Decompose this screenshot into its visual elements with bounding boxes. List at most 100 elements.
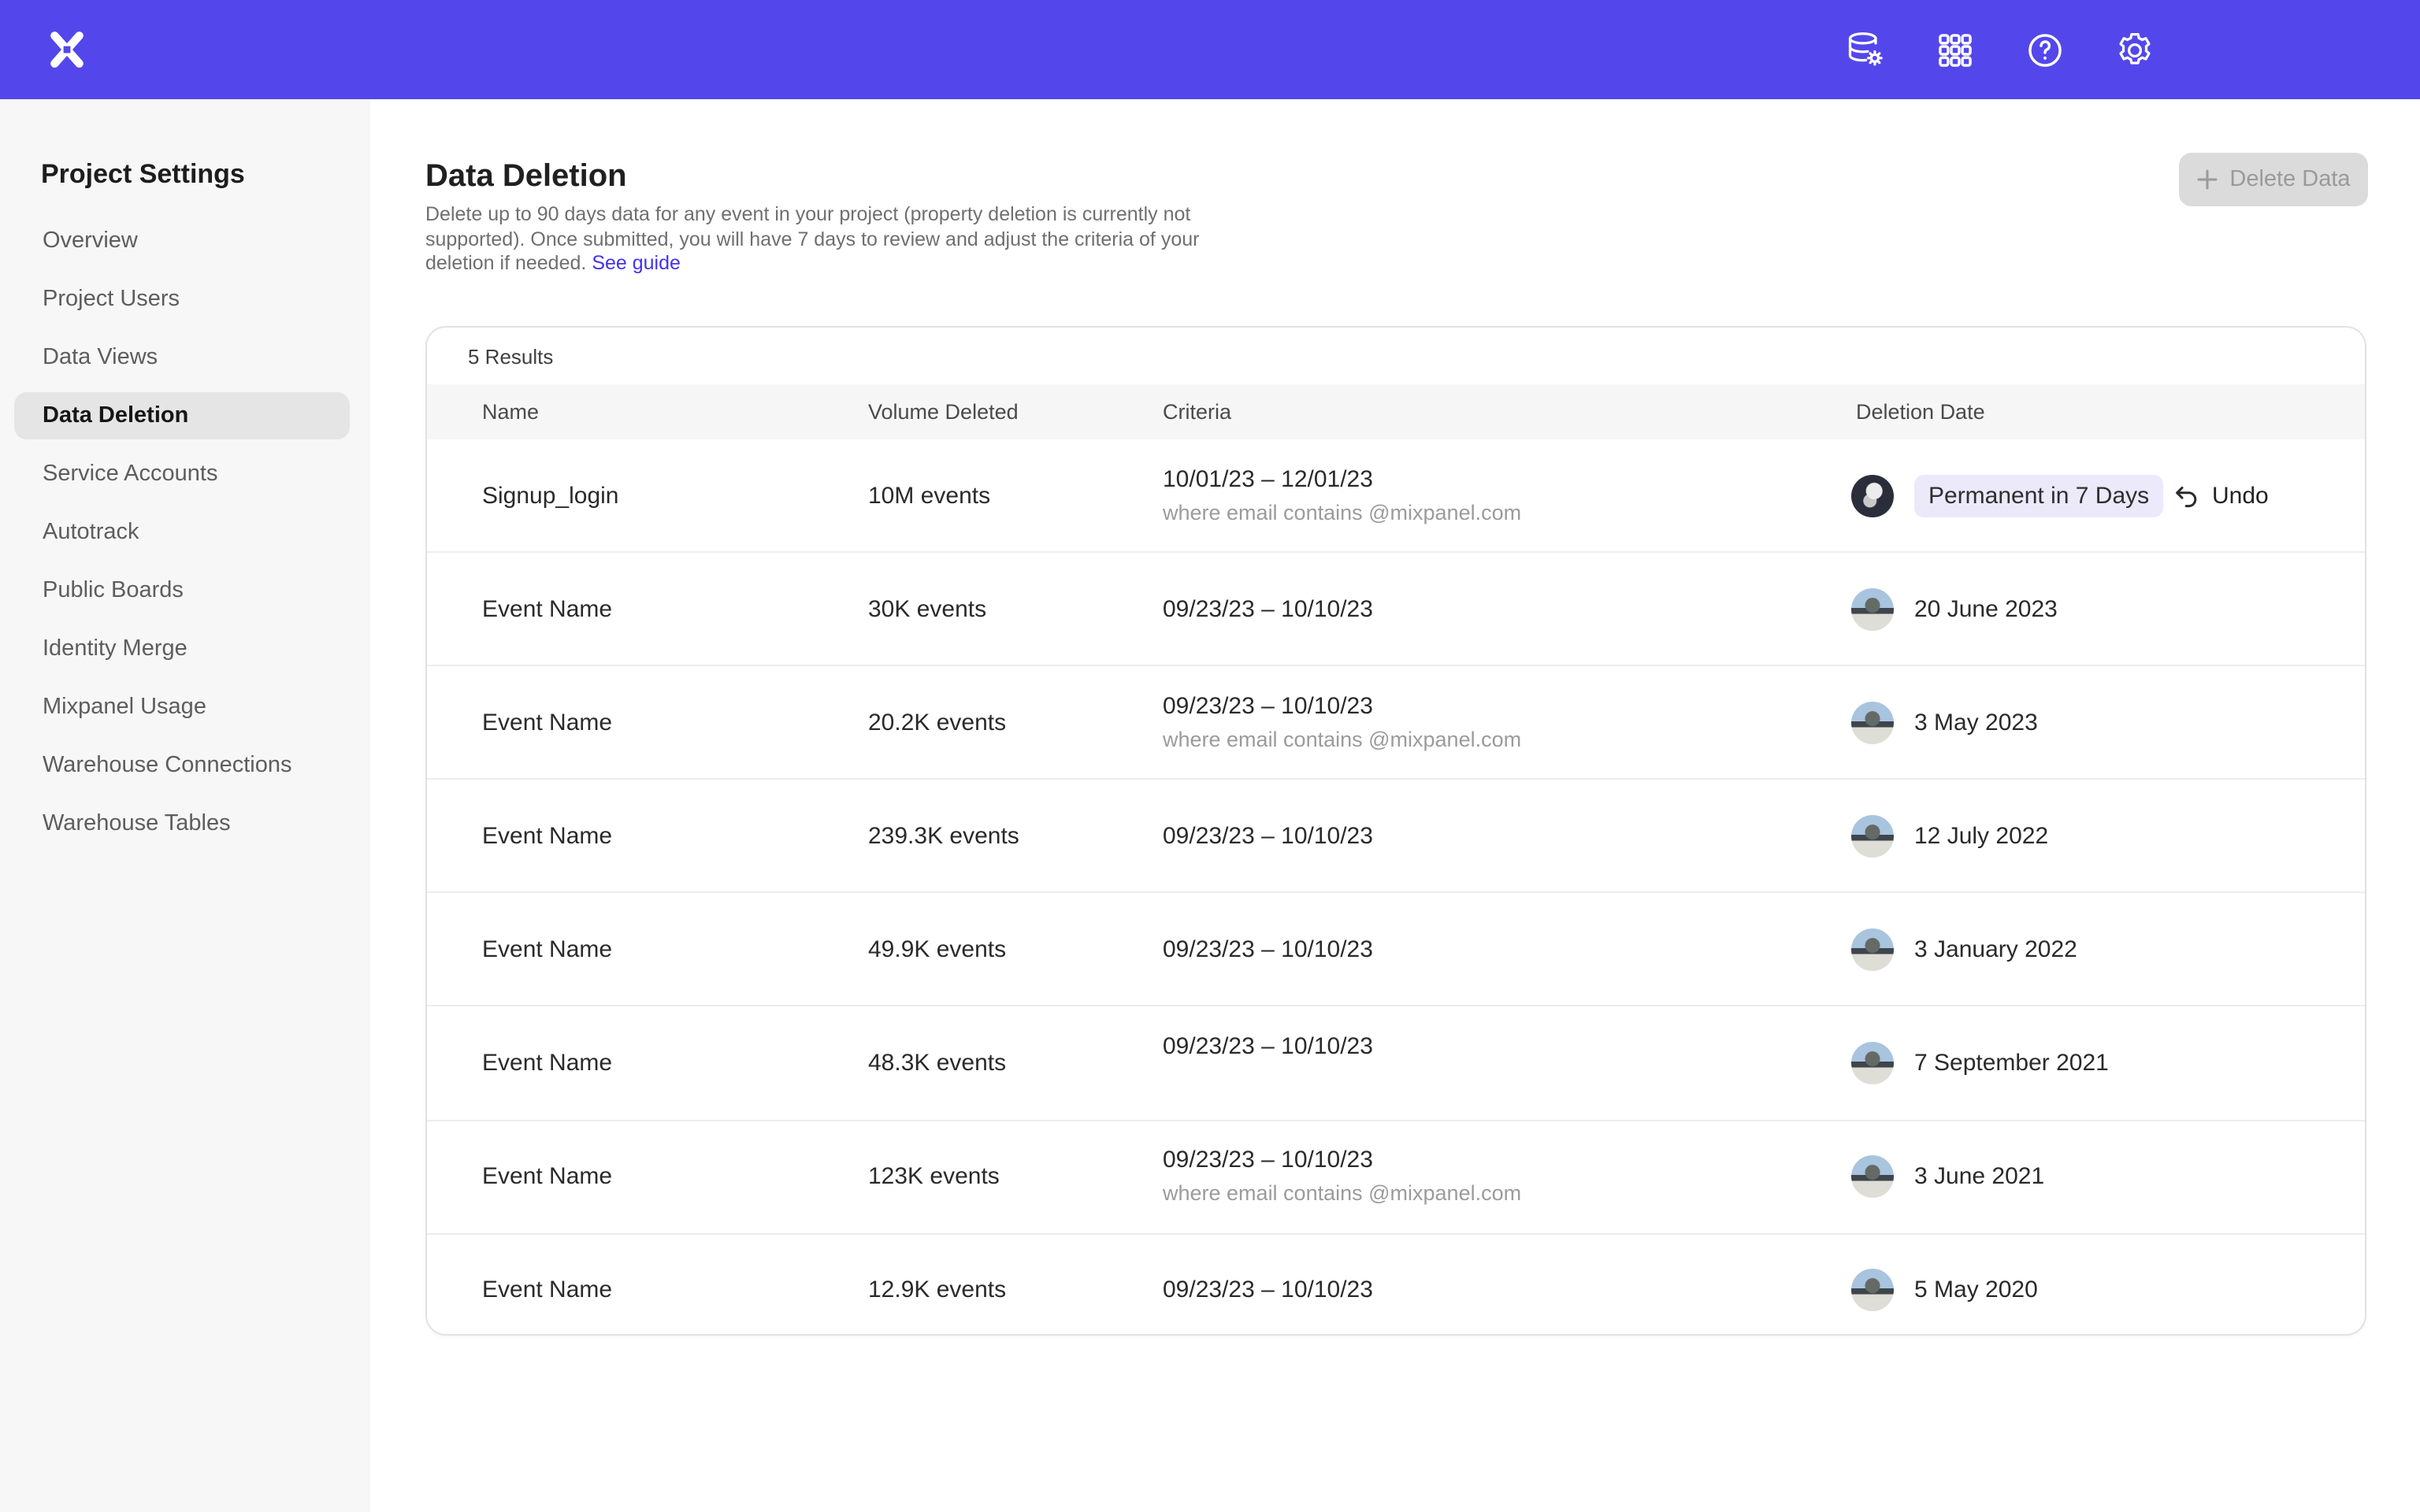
sidebar-item-autotrack[interactable]: Autotrack bbox=[14, 509, 350, 556]
column-header-name: Name bbox=[482, 384, 539, 439]
page-description-text: Delete up to 90 days data for any event … bbox=[425, 203, 1199, 274]
criteria-cell: 09/23/23 – 10/10/23 bbox=[1163, 936, 1373, 963]
deletion-date-text: 3 May 2023 bbox=[1914, 709, 2038, 736]
event-name-cell: Event Name bbox=[482, 595, 612, 622]
deletion-date-cell: 3 June 2021 bbox=[1851, 1155, 2044, 1198]
app-root: Project Settings OverviewProject UsersDa… bbox=[0, 0, 2420, 1512]
table-row: Event Name 12.9K events 09/23/23 – 10/10/2… bbox=[427, 1232, 2365, 1336]
deletion-date-cell: 5 May 2020 bbox=[1851, 1269, 2038, 1311]
table-row: Signup_login 10M events 10/01/23 – 12/01/2… bbox=[427, 439, 2365, 551]
table-row: Event Name 48.3K events 09/23/23 – 10/10/2… bbox=[427, 1006, 2365, 1119]
event-name-cell: Event Name bbox=[482, 1277, 612, 1303]
criteria-date-range: 09/23/23 – 10/10/23 bbox=[1163, 1147, 1521, 1173]
delete-data-button-label: Delete Data bbox=[2229, 167, 2350, 192]
table-row: Event Name 20.2K events 09/23/23 – 10/10/2… bbox=[427, 665, 2365, 778]
criteria-detail: where email contains @mixpanel.com bbox=[1163, 500, 1521, 525]
event-name-cell: Event Name bbox=[482, 1163, 612, 1190]
criteria-cell: 10/01/23 – 12/01/23 where email contains … bbox=[1163, 465, 1521, 525]
criteria-date-range: 09/23/23 – 10/10/23 bbox=[1163, 595, 1373, 622]
delete-data-button[interactable]: Delete Data bbox=[2179, 153, 2368, 206]
table-row: Event Name 239.3K events 09/23/23 – 10/10/… bbox=[427, 779, 2365, 892]
event-name-cell: Event Name bbox=[482, 709, 612, 736]
criteria-date-range: 09/23/23 – 10/10/23 bbox=[1163, 1033, 1373, 1060]
settings-gear-icon[interactable] bbox=[2114, 29, 2155, 70]
avatar bbox=[1851, 1042, 1894, 1084]
criteria-detail bbox=[1163, 1068, 1373, 1093]
help-icon[interactable] bbox=[2025, 29, 2066, 70]
avatar bbox=[1851, 928, 1894, 971]
criteria-date-range: 10/01/23 – 12/01/23 bbox=[1163, 465, 1521, 492]
event-name-cell: Event Name bbox=[482, 823, 612, 850]
volume-deleted-cell: 20.2K events bbox=[868, 709, 1006, 736]
avatar bbox=[1851, 1155, 1894, 1198]
criteria-cell: 09/23/23 – 10/10/23 bbox=[1163, 1277, 1373, 1303]
sidebar-item-warehouse-connections[interactable]: Warehouse Connections bbox=[14, 742, 350, 789]
deletion-date-text: 5 May 2020 bbox=[1914, 1277, 2038, 1303]
deletion-date-text: 3 June 2021 bbox=[1914, 1163, 2044, 1190]
table-body: Signup_login 10M events 10/01/23 – 12/01/2… bbox=[427, 439, 2365, 1336]
table-row: Event Name 49.9K events 09/23/23 – 10/10/2… bbox=[427, 892, 2365, 1006]
results-count: 5 Results bbox=[427, 328, 2365, 384]
undo-button[interactable]: Undo bbox=[2173, 482, 2269, 509]
apps-grid-icon[interactable] bbox=[1935, 29, 1976, 70]
sidebar-item-service-accounts[interactable]: Service Accounts bbox=[14, 450, 350, 498]
main-content: Data Deletion Delete up to 90 days data … bbox=[370, 99, 2420, 1512]
volume-deleted-cell: 123K events bbox=[868, 1163, 1000, 1190]
volume-deleted-cell: 12.9K events bbox=[868, 1277, 1006, 1303]
top-header bbox=[0, 0, 2420, 99]
table-header-row: NameVolume DeletedCriteriaDeletion Date bbox=[427, 384, 2365, 439]
criteria-cell: 09/23/23 – 10/10/23 bbox=[1163, 823, 1373, 850]
undo-label: Undo bbox=[2212, 482, 2269, 509]
volume-deleted-cell: 239.3K events bbox=[868, 823, 1019, 850]
undo-icon bbox=[2173, 482, 2199, 509]
topbar-icons bbox=[1845, 0, 2155, 99]
criteria-detail: where email contains @mixpanel.com bbox=[1163, 1181, 1521, 1206]
volume-deleted-cell: 49.9K events bbox=[868, 936, 1006, 963]
deletion-date-text: 20 June 2023 bbox=[1914, 595, 2058, 622]
event-name-cell: Signup_login bbox=[482, 482, 619, 509]
mixpanel-logo[interactable] bbox=[47, 30, 87, 69]
sidebar-item-overview[interactable]: Overview bbox=[14, 217, 350, 265]
sidebar-item-data-views[interactable]: Data Views bbox=[14, 334, 350, 381]
table-row: Event Name30K events09/23/23 – 10/10/232… bbox=[427, 551, 2365, 665]
avatar bbox=[1851, 815, 1894, 858]
status-badge: Permanent in 7 Days bbox=[1914, 474, 2163, 517]
deletions-table-card: 5 Results NameVolume DeletedCriteriaDele… bbox=[425, 326, 2366, 1336]
sidebar: Project Settings OverviewProject UsersDa… bbox=[0, 99, 370, 1512]
sidebar-item-project-users[interactable]: Project Users bbox=[14, 276, 350, 323]
event-name-cell: Event Name bbox=[482, 936, 612, 963]
sidebar-item-warehouse-tables[interactable]: Warehouse Tables bbox=[14, 800, 350, 847]
criteria-date-range: 09/23/23 – 10/10/23 bbox=[1163, 1277, 1373, 1303]
sidebar-item-public-boards[interactable]: Public Boards bbox=[14, 567, 350, 614]
criteria-date-range: 09/23/23 – 10/10/23 bbox=[1163, 692, 1521, 719]
deletion-date-cell: 3 May 2023 bbox=[1851, 701, 2038, 743]
column-header-criteria: Criteria bbox=[1163, 384, 1231, 439]
criteria-date-range: 09/23/23 – 10/10/23 bbox=[1163, 823, 1373, 850]
sidebar-nav: Overview Project Users Data Views Data Dele… bbox=[0, 217, 370, 847]
deletion-date-cell: 7 September 2021 bbox=[1851, 1042, 2109, 1084]
avatar bbox=[1851, 587, 1894, 630]
criteria-cell: 09/23/23 – 10/10/23 where email contains … bbox=[1163, 1147, 1521, 1206]
see-guide-link[interactable]: See guide bbox=[592, 252, 681, 274]
deletion-date-cell: 20 June 2023 bbox=[1851, 587, 2058, 630]
deletion-date-text: 12 July 2022 bbox=[1914, 823, 2048, 850]
criteria-cell: 09/23/23 – 10/10/23 where email contains … bbox=[1163, 692, 1521, 752]
deletion-date-cell: 3 January 2022 bbox=[1851, 928, 2077, 971]
column-header-deletion-date: Deletion Date bbox=[1856, 384, 1985, 439]
criteria-date-range: 09/23/23 – 10/10/23 bbox=[1163, 936, 1373, 963]
sidebar-item-data-deletion[interactable]: Data Deletion bbox=[14, 392, 350, 439]
deletion-date-cell: Permanent in 7 Days bbox=[1851, 474, 2163, 517]
criteria-cell: 09/23/23 – 10/10/23 bbox=[1163, 1033, 1373, 1093]
event-name-cell: Event Name bbox=[482, 1050, 612, 1077]
volume-deleted-cell: 10M events bbox=[868, 482, 990, 509]
page-description: Delete up to 90 days data for any event … bbox=[425, 203, 1204, 276]
plus-icon bbox=[2196, 169, 2218, 191]
criteria-detail: where email contains @mixpanel.com bbox=[1163, 727, 1521, 752]
table-row: Event Name 123K events 09/23/23 – 10/10/23… bbox=[427, 1119, 2365, 1232]
sidebar-item-identity-merge[interactable]: Identity Merge bbox=[14, 625, 350, 673]
deletion-date-text: 3 January 2022 bbox=[1914, 936, 2077, 963]
sidebar-item-mixpanel-usage[interactable]: Mixpanel Usage bbox=[14, 684, 350, 731]
deletion-date-cell: 12 July 2022 bbox=[1851, 815, 2048, 858]
volume-deleted-cell: 48.3K events bbox=[868, 1050, 1006, 1077]
data-pipeline-icon[interactable] bbox=[1845, 29, 1886, 70]
